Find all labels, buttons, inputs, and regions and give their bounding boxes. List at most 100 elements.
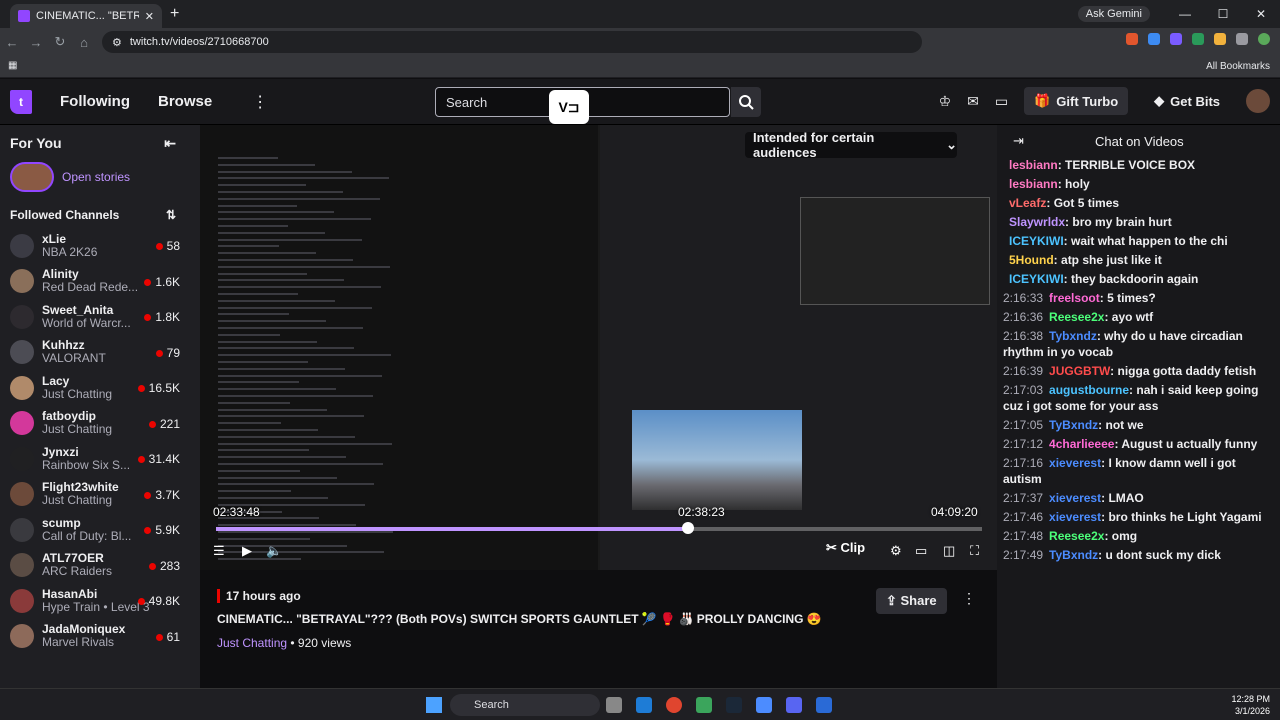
forward-icon[interactable]: → bbox=[24, 35, 48, 50]
following-link[interactable]: Following bbox=[60, 93, 130, 110]
sidebar-channel[interactable]: Alinity Red Dead Rede... 1.6K bbox=[0, 264, 200, 300]
chat-username[interactable]: ICEYKIWI bbox=[1009, 234, 1064, 248]
back-icon[interactable]: ← bbox=[0, 35, 24, 50]
chrome-icon[interactable] bbox=[666, 697, 682, 713]
sort-icon[interactable]: ⇅ bbox=[166, 208, 176, 222]
search-button[interactable] bbox=[731, 87, 761, 117]
video-text-line bbox=[218, 177, 389, 180]
ask-gemini-button[interactable]: Ask Gemini bbox=[1077, 6, 1150, 22]
share-button[interactable]: ⇪ Share bbox=[876, 588, 947, 614]
stories-row[interactable]: Open stories bbox=[10, 162, 200, 192]
chat-username[interactable]: TyBxndz bbox=[1049, 418, 1098, 432]
sidebar-channel[interactable]: scump Call of Duty: Bl... 5.9K bbox=[0, 512, 200, 548]
play-icon[interactable]: ▶ bbox=[242, 543, 252, 559]
volume-icon[interactable]: 🔈 bbox=[266, 543, 282, 559]
fullscreen-icon[interactable]: ⛶ bbox=[970, 543, 979, 559]
chat-username[interactable]: ICEYKIWI bbox=[1009, 272, 1064, 286]
collapse-chat-icon[interactable]: ⇥ bbox=[1013, 133, 1024, 149]
app-icon[interactable] bbox=[696, 697, 712, 713]
extension-icon[interactable] bbox=[1214, 33, 1226, 45]
url-field[interactable]: ⚙ twitch.tv/videos/2710668700 bbox=[102, 31, 922, 53]
extension-icon[interactable] bbox=[1126, 33, 1138, 45]
chat-username[interactable]: vLeafz bbox=[1009, 196, 1046, 210]
user-avatar[interactable] bbox=[1246, 89, 1270, 113]
chat-username[interactable]: augustbourne bbox=[1049, 383, 1129, 397]
maximize-button[interactable]: ☐ bbox=[1204, 0, 1242, 28]
reload-icon[interactable]: ↻ bbox=[48, 34, 72, 50]
sidebar-channel[interactable]: fatboydip Just Chatting 221 bbox=[0, 406, 200, 442]
sidebar-channel[interactable]: ATL77OER ARC Raiders 283 bbox=[0, 548, 200, 584]
gift-turbo-button[interactable]: 🎁 Gift Turbo bbox=[1024, 87, 1129, 115]
chat-username[interactable]: Reesee2x bbox=[1049, 310, 1104, 324]
chat-username[interactable]: TyBxndz bbox=[1049, 548, 1098, 562]
taskbar-clock[interactable]: 12:28 PM 3/1/2026 bbox=[1231, 693, 1270, 717]
whispers-icon[interactable]: ▭ bbox=[995, 93, 1008, 110]
sidebar-toggle-icon[interactable]: ◫ bbox=[943, 543, 955, 559]
puzzle-icon[interactable] bbox=[1236, 33, 1248, 45]
clip-button[interactable]: ✂ Clip bbox=[826, 540, 865, 556]
audience-notice[interactable]: Intended for certain audiences ⌄ bbox=[745, 130, 957, 160]
app-icon[interactable] bbox=[816, 697, 832, 713]
more-options-icon[interactable]: ⋮ bbox=[962, 590, 976, 607]
video-text-line bbox=[218, 401, 290, 404]
chat-username[interactable]: JUGGBTW bbox=[1049, 364, 1110, 378]
collapse-sidebar-icon[interactable]: ⇤ bbox=[164, 135, 176, 152]
close-window-button[interactable]: ✕ bbox=[1242, 0, 1280, 28]
twitch-logo-icon[interactable]: t bbox=[10, 89, 32, 114]
inbox-icon[interactable]: ✉ bbox=[967, 93, 979, 110]
seek-handle[interactable] bbox=[681, 522, 694, 534]
chat-username[interactable]: 5Hound bbox=[1009, 253, 1054, 267]
chat-username[interactable]: xieverest bbox=[1049, 491, 1101, 505]
sidebar-channel[interactable]: JadaMoniquex Marvel Rivals 61 bbox=[0, 619, 200, 655]
chat-message: 2:17:49 TyBxndz: u dont suck my dick bbox=[1003, 547, 1275, 563]
settings-gear-icon[interactable]: ⚙ bbox=[890, 543, 902, 559]
chat-username[interactable]: Slaywrldx bbox=[1009, 215, 1065, 229]
browser-tab[interactable]: CINEMATIC... "BETRAYAL"??? (B ✕ bbox=[10, 4, 162, 28]
sidebar-channel[interactable]: Jynxzi Rainbow Six S... 31.4K bbox=[0, 441, 200, 477]
chat-username[interactable]: lesbiann bbox=[1009, 177, 1058, 191]
extension-icon[interactable] bbox=[1192, 33, 1204, 45]
chat-username[interactable]: Reesee2x bbox=[1049, 529, 1104, 543]
chapters-icon[interactable]: ☰ bbox=[213, 543, 225, 559]
all-bookmarks-link[interactable]: All Bookmarks bbox=[1206, 61, 1270, 72]
chat-username[interactable]: freelsoot bbox=[1049, 291, 1100, 305]
sidebar-channel[interactable]: HasanAbi Hype Train • Level 3 49.8K bbox=[0, 583, 200, 619]
discord-icon[interactable] bbox=[786, 697, 802, 713]
chat-username[interactable]: 4charlieeee bbox=[1049, 437, 1114, 451]
chat-username[interactable]: lesbiann bbox=[1009, 158, 1058, 172]
taskbar-search[interactable]: Search bbox=[450, 694, 600, 716]
apps-grid-icon[interactable]: ▦ bbox=[8, 60, 17, 71]
sidebar-channel[interactable]: Lacy Just Chatting 16.5K bbox=[0, 370, 200, 406]
minimize-button[interactable]: — bbox=[1166, 0, 1204, 28]
extension-icon[interactable] bbox=[1170, 33, 1182, 45]
start-button[interactable] bbox=[426, 697, 442, 713]
edge-icon[interactable] bbox=[636, 697, 652, 713]
category-link[interactable]: Just Chatting bbox=[217, 636, 287, 650]
chat-username[interactable]: Tybxndz bbox=[1049, 329, 1097, 343]
app-icon[interactable] bbox=[756, 697, 772, 713]
sidebar-channel[interactable]: Flight23white Just Chatting 3.7K bbox=[0, 477, 200, 513]
video-downloader-badge[interactable]: V⊐ bbox=[549, 90, 589, 124]
theatre-mode-icon[interactable]: ▭ bbox=[915, 543, 927, 559]
more-menu-icon[interactable]: ⋮ bbox=[252, 92, 268, 112]
browse-link[interactable]: Browse bbox=[158, 93, 212, 110]
get-bits-button[interactable]: ◆ Get Bits bbox=[1144, 87, 1230, 115]
steam-icon[interactable] bbox=[726, 697, 742, 713]
new-tab-button[interactable]: + bbox=[170, 5, 179, 23]
taskbar-apps bbox=[606, 697, 832, 713]
profile-avatar[interactable] bbox=[1258, 33, 1270, 45]
open-stories-link[interactable]: Open stories bbox=[62, 170, 130, 184]
crown-icon[interactable]: ♔ bbox=[939, 93, 952, 110]
sidebar-channel[interactable]: Sweet_Anita World of Warcr... 1.8K bbox=[0, 299, 200, 335]
story-avatar[interactable] bbox=[10, 162, 54, 192]
sidebar-channel[interactable]: Kuhhzz VALORANT 79 bbox=[0, 335, 200, 371]
extension-icon[interactable] bbox=[1148, 33, 1160, 45]
home-icon[interactable]: ⌂ bbox=[72, 35, 96, 50]
close-tab-icon[interactable]: ✕ bbox=[145, 10, 154, 23]
sidebar-channel[interactable]: xLie NBA 2K26 58 bbox=[0, 228, 200, 264]
chat-username[interactable]: xieverest bbox=[1049, 456, 1101, 470]
site-info-icon[interactable]: ⚙ bbox=[112, 36, 122, 49]
file-explorer-icon[interactable] bbox=[606, 697, 622, 713]
video-player[interactable] bbox=[200, 125, 997, 570]
chat-username[interactable]: xieverest bbox=[1049, 510, 1101, 524]
